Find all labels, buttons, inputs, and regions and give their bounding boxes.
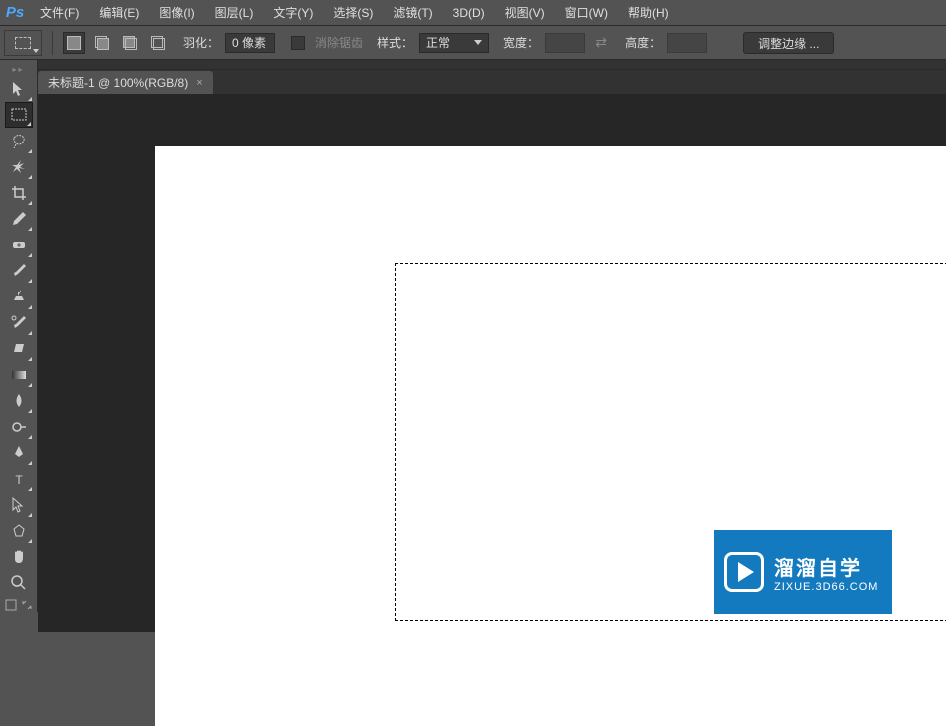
style-label: 样式： bbox=[377, 34, 413, 51]
watermark-overlay: 溜溜自学 ZIXUE.3D66.COM bbox=[714, 530, 892, 614]
path-selection-tool[interactable] bbox=[5, 492, 33, 518]
height-label: 高度： bbox=[625, 34, 661, 51]
selection-new[interactable] bbox=[63, 32, 85, 54]
menu-view[interactable]: 视图(V) bbox=[495, 0, 555, 26]
menu-bar: Ps 文件(F) 编辑(E) 图像(I) 图层(L) 文字(Y) 选择(S) 滤… bbox=[0, 0, 946, 26]
shape-tool[interactable] bbox=[5, 518, 33, 544]
menu-edit[interactable]: 编辑(E) bbox=[89, 0, 149, 26]
crop-tool[interactable] bbox=[5, 180, 33, 206]
document-tab-title: 未标题-1 @ 100%(RGB/8) bbox=[48, 74, 188, 91]
toolbar-grip[interactable]: ▸▸ bbox=[4, 66, 34, 72]
rectangular-marquee-tool[interactable] bbox=[5, 102, 33, 128]
history-brush-tool[interactable] bbox=[5, 310, 33, 336]
grip-icon: ▸▸ bbox=[12, 65, 24, 74]
height-input bbox=[667, 33, 707, 53]
type-tool[interactable]: T bbox=[5, 466, 33, 492]
width-label: 宽度： bbox=[503, 34, 539, 51]
extra-tools-row bbox=[4, 598, 34, 612]
menu-select[interactable]: 选择(S) bbox=[323, 0, 383, 26]
menu-3d[interactable]: 3D(D) bbox=[443, 0, 495, 26]
document-tabs: 未标题-1 @ 100%(RGB/8) × bbox=[0, 70, 946, 94]
tool-preset-picker[interactable] bbox=[4, 30, 42, 56]
watermark-title: 溜溜自学 bbox=[774, 552, 878, 581]
options-bar: 羽化： 消除锯齿 样式： 正常 宽度： ⇄ 高度： 调整边缘 ... bbox=[0, 26, 946, 60]
gradient-tool[interactable] bbox=[5, 362, 33, 388]
edit-toolbar-icon[interactable] bbox=[4, 598, 18, 612]
eyedropper-tool[interactable] bbox=[5, 206, 33, 232]
width-input bbox=[545, 33, 585, 53]
style-select[interactable]: 正常 bbox=[419, 33, 489, 53]
selection-subtract[interactable] bbox=[119, 32, 141, 54]
swap-dimensions-icon: ⇄ bbox=[591, 33, 611, 53]
menu-layer[interactable]: 图层(L) bbox=[205, 0, 264, 26]
selection-intersect[interactable] bbox=[147, 32, 169, 54]
antialias-checkbox bbox=[291, 36, 305, 50]
divider bbox=[52, 31, 53, 55]
menu-image[interactable]: 图像(I) bbox=[149, 0, 204, 26]
app-logo: Ps bbox=[0, 0, 30, 26]
menu-window[interactable]: 窗口(W) bbox=[555, 0, 618, 26]
blur-tool[interactable] bbox=[5, 388, 33, 414]
close-tab-icon[interactable]: × bbox=[196, 77, 202, 89]
canvas[interactable] bbox=[155, 146, 946, 726]
antialias-label: 消除锯齿 bbox=[315, 34, 363, 51]
color-swap-icon[interactable] bbox=[20, 598, 34, 612]
menu-file[interactable]: 文件(F) bbox=[30, 0, 89, 26]
svg-text:T: T bbox=[15, 473, 23, 487]
marquee-icon bbox=[15, 37, 31, 49]
healing-brush-tool[interactable] bbox=[5, 232, 33, 258]
feather-input[interactable] bbox=[225, 33, 275, 53]
eraser-tool[interactable] bbox=[5, 336, 33, 362]
left-dock-grip[interactable]: ▸▸ bbox=[0, 60, 946, 70]
magic-wand-tool[interactable] bbox=[5, 154, 33, 180]
menu-help[interactable]: 帮助(H) bbox=[618, 0, 679, 26]
pen-tool[interactable] bbox=[5, 440, 33, 466]
menu-filter[interactable]: 滤镜(T) bbox=[383, 0, 442, 26]
menu-type[interactable]: 文字(Y) bbox=[263, 0, 323, 26]
lasso-tool[interactable] bbox=[5, 128, 33, 154]
hand-tool[interactable] bbox=[5, 544, 33, 570]
dodge-tool[interactable] bbox=[5, 414, 33, 440]
zoom-tool[interactable] bbox=[5, 570, 33, 596]
selection-add[interactable] bbox=[91, 32, 113, 54]
refine-edge-button[interactable]: 调整边缘 ... bbox=[743, 32, 834, 54]
play-icon bbox=[724, 552, 764, 592]
tools-panel: ▸▸ T bbox=[0, 60, 38, 612]
brush-tool[interactable] bbox=[5, 258, 33, 284]
move-tool[interactable] bbox=[5, 76, 33, 102]
clone-stamp-tool[interactable] bbox=[5, 284, 33, 310]
watermark-url: ZIXUE.3D66.COM bbox=[774, 581, 878, 593]
document-tab[interactable]: 未标题-1 @ 100%(RGB/8) × bbox=[38, 71, 213, 94]
feather-label: 羽化： bbox=[183, 34, 219, 51]
